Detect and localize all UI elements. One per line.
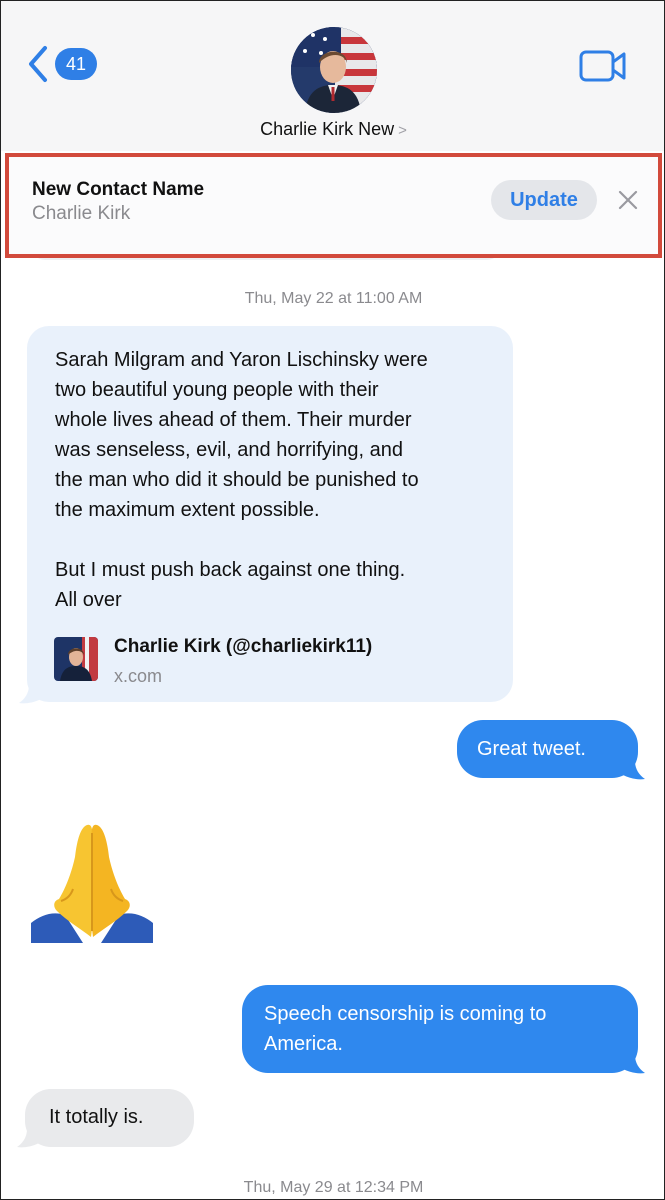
dismiss-button[interactable] bbox=[617, 189, 639, 216]
message-text: Sarah Milgram and Yaron Lischinsky were … bbox=[55, 349, 428, 611]
message-text: Great tweet. bbox=[477, 738, 586, 760]
chevron-right-icon: > bbox=[398, 122, 407, 139]
message-timestamp: Thu, May 29 at 12:34 PM bbox=[243, 1179, 424, 1196]
bubble-tail bbox=[623, 761, 645, 780]
incoming-message-bubble[interactable]: It totally is. bbox=[25, 1089, 194, 1147]
contact-name: Charlie Kirk New bbox=[260, 119, 395, 139]
bubble-tail bbox=[17, 1129, 39, 1148]
chevron-left-icon bbox=[27, 45, 49, 83]
message-text: Speech censorship is coming to America. bbox=[264, 1003, 547, 1055]
outgoing-message-bubble[interactable]: Speech censorship is coming to America. bbox=[242, 985, 638, 1073]
conversation-header: 41 Charlie Kirk New > bbox=[1, 1, 664, 151]
contact-name-update-banner: New Contact Name Charlie Kirk Update bbox=[5, 153, 662, 258]
link-domain: x.com bbox=[114, 666, 163, 686]
video-camera-icon bbox=[579, 50, 627, 87]
link-title: Charlie Kirk (@charliekirk11) bbox=[114, 636, 373, 657]
banner-title: New Contact Name bbox=[32, 179, 205, 200]
update-button[interactable]: Update bbox=[491, 180, 597, 220]
incoming-message-bubble[interactable]: Sarah Milgram and Yaron Lischinsky were … bbox=[27, 326, 513, 702]
bubble-tail bbox=[623, 1055, 645, 1074]
link-thumbnail bbox=[54, 637, 98, 681]
contact-name-button[interactable]: Charlie Kirk New > bbox=[1, 119, 664, 140]
message-text: It totally is. bbox=[49, 1106, 144, 1128]
link-preview[interactable]: Charlie Kirk (@charliekirk11) x.com bbox=[54, 635, 372, 690]
contact-avatar[interactable] bbox=[291, 27, 377, 113]
folded-hands-emoji[interactable] bbox=[31, 819, 153, 948]
unread-count-badge: 41 bbox=[55, 48, 97, 80]
back-button[interactable]: 41 bbox=[27, 45, 97, 83]
close-icon bbox=[617, 190, 639, 215]
bubble-tail bbox=[19, 685, 41, 704]
facetime-video-button[interactable] bbox=[579, 49, 627, 88]
banner-subtitle: Charlie Kirk bbox=[32, 203, 131, 224]
outgoing-message-bubble[interactable]: Great tweet. bbox=[457, 720, 638, 778]
messages-screen: 41 Charlie Kirk New > New Contact Name C… bbox=[0, 0, 665, 1200]
message-timestamp: Thu, May 22 at 11:00 AM bbox=[244, 290, 423, 307]
